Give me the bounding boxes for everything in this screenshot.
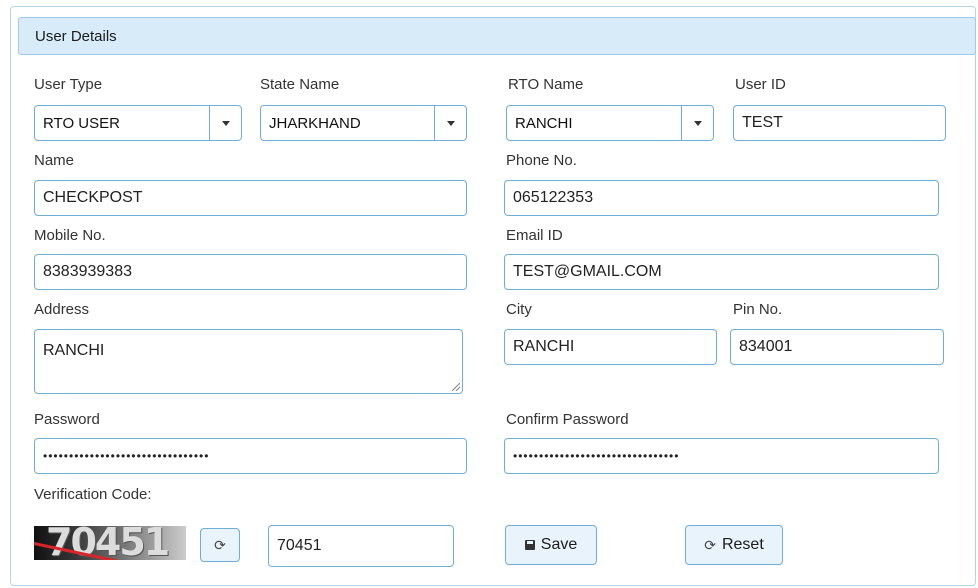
user-type-select[interactable]: RTO USER — [34, 105, 242, 141]
password-value[interactable]: •••••••••••••••••••••••••••••••• — [43, 449, 209, 463]
email-input[interactable] — [513, 263, 930, 281]
confirm-password-field[interactable]: •••••••••••••••••••••••••••••••• — [504, 438, 939, 474]
city-label: City — [506, 301, 532, 318]
chevron-down-icon[interactable] — [209, 106, 241, 140]
user-id-field[interactable] — [733, 105, 946, 141]
panel-header: User Details — [18, 17, 976, 55]
user-id-input[interactable] — [742, 114, 937, 132]
user-details-panel — [10, 6, 976, 586]
name-field[interactable] — [34, 180, 467, 216]
email-field[interactable] — [504, 254, 939, 290]
state-name-select[interactable]: JHARKHAND — [260, 105, 467, 141]
user-id-label: User ID — [735, 76, 786, 93]
reset-button-label: Reset — [721, 536, 764, 553]
state-name-label: State Name — [260, 76, 340, 93]
refresh-icon: ⟳ — [214, 536, 226, 553]
rto-name-label: RTO Name — [508, 76, 584, 93]
mobile-field[interactable] — [34, 254, 467, 290]
phone-input[interactable] — [513, 189, 930, 207]
pin-label: Pin No. — [733, 301, 783, 318]
mobile-label: Mobile No. — [34, 227, 106, 244]
name-input[interactable] — [43, 189, 458, 207]
address-textarea[interactable]: RANCHI — [43, 330, 454, 405]
chevron-down-icon[interactable] — [434, 106, 466, 140]
user-type-label: User Type — [34, 76, 103, 93]
pin-field[interactable] — [730, 329, 944, 365]
phone-field[interactable] — [504, 180, 939, 216]
city-field[interactable] — [504, 329, 717, 365]
user-type-value: RTO USER — [43, 114, 120, 132]
panel-title: User Details — [35, 27, 117, 45]
state-name-value: JHARKHAND — [269, 114, 361, 132]
address-label: Address — [34, 301, 90, 318]
verification-code-input[interactable] — [277, 537, 445, 555]
confirm-password-label: Confirm Password — [506, 411, 629, 428]
reset-button[interactable]: ⟳ Reset — [685, 525, 783, 565]
refresh-captcha-button[interactable]: ⟳ — [200, 528, 240, 562]
resize-grip-icon[interactable] — [452, 383, 460, 391]
email-label: Email ID — [506, 227, 563, 244]
password-field[interactable]: •••••••••••••••••••••••••••••••• — [34, 438, 467, 474]
city-input[interactable] — [513, 338, 708, 356]
refresh-icon: ⟳ — [704, 536, 716, 553]
floppy-disk-icon — [524, 540, 535, 550]
chevron-down-icon[interactable] — [681, 106, 713, 140]
confirm-password-value[interactable]: •••••••••••••••••••••••••••••••• — [513, 449, 679, 463]
rto-name-select[interactable]: RANCHI — [506, 105, 714, 141]
mobile-input[interactable] — [43, 263, 458, 281]
phone-label: Phone No. — [506, 152, 577, 169]
captcha-code: 70451 — [46, 526, 170, 560]
save-button[interactable]: Save — [505, 525, 597, 565]
address-field[interactable]: RANCHI — [34, 329, 463, 405]
verification-code-label: Verification Code: — [34, 486, 152, 503]
password-label: Password — [34, 411, 100, 428]
captcha-image: 70451 — [34, 526, 186, 560]
name-label: Name — [34, 152, 75, 169]
save-button-label: Save — [540, 536, 578, 553]
pin-input[interactable] — [739, 338, 935, 356]
rto-name-value: RANCHI — [515, 114, 573, 132]
verification-code-field[interactable] — [268, 525, 454, 567]
